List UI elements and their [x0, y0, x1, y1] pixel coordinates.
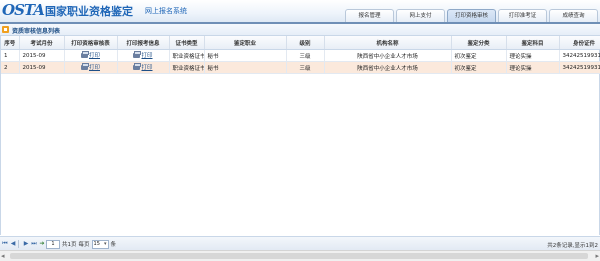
pagination-bar: ⏮ ◀ ▶ ⏭ ➔ 1 共1页 每页 15 条 共2条记录,显示1到2	[0, 236, 600, 251]
col-header[interactable]: 机构名称	[324, 36, 452, 50]
panel-header: 资质审核信息列表	[0, 24, 600, 36]
total-pages-label: 共1页	[62, 242, 77, 248]
panel-title: 资质审核信息列表	[12, 28, 61, 35]
print-review-link[interactable]: 打印	[80, 62, 100, 71]
app-header: OSTA 国家职业资格鉴定 网上报名系统 报名管理 网上支付 打印资格审核 打印…	[0, 0, 600, 22]
scroll-left-icon[interactable]: ◂	[1, 252, 5, 260]
page-size-select[interactable]: 15	[91, 239, 109, 249]
list-icon	[2, 26, 9, 33]
tab-print-admission-ticket[interactable]: 打印准考证	[498, 9, 547, 22]
printer-icon	[133, 50, 142, 58]
col-header[interactable]: 打印资格审核表	[64, 36, 118, 50]
page-number-input[interactable]: 1	[46, 239, 60, 249]
scroll-right-icon[interactable]: ▸	[595, 252, 599, 260]
tab-print-qualification[interactable]: 打印资格审核	[447, 9, 496, 22]
id-number: 342425199310	[559, 61, 600, 74]
qualification-table: 序号 考试月份 打印资格审核表 打印报考信息 证书类型 鉴定职业 级别 机构名称…	[1, 36, 600, 74]
col-header[interactable]: 序号	[1, 36, 20, 50]
printer-icon	[133, 62, 142, 70]
per-page-label: 每页	[78, 242, 90, 248]
printer-icon	[80, 62, 89, 70]
print-info-link[interactable]: 打印	[133, 50, 153, 59]
subject: 理论实操	[506, 61, 560, 74]
col-header[interactable]: 证书类型	[169, 36, 205, 50]
last-page-icon[interactable]: ⏭	[31, 241, 37, 247]
row-number: 2	[1, 61, 20, 74]
first-page-icon[interactable]: ⏮	[2, 241, 8, 247]
app-subtitle: 网上报名系统	[145, 7, 187, 15]
table-row[interactable]: 1 2015-09 打印 打印 职业资格证书 秘书 三级 陕西省中小企业人才市场…	[1, 49, 600, 62]
exam-month: 2015-09	[19, 49, 65, 62]
print-info-cell: 打印	[117, 61, 170, 74]
institution: 陕西省中小企业人才市场	[324, 49, 452, 62]
subject: 理论实操	[506, 49, 560, 62]
print-review-cell: 打印	[64, 61, 118, 74]
prev-page-icon[interactable]: ◀	[10, 241, 16, 247]
per-page-unit: 条	[110, 242, 117, 248]
col-header[interactable]: 鉴定分类	[451, 36, 507, 50]
table-header-row: 序号 考试月份 打印资格审核表 打印报考信息 证书类型 鉴定职业 级别 机构名称…	[1, 36, 600, 50]
occupation: 秘书	[204, 49, 287, 62]
occupation: 秘书	[204, 61, 287, 74]
row-number: 1	[1, 49, 20, 62]
tab-online-payment[interactable]: 网上支付	[396, 9, 445, 22]
col-header[interactable]: 考试月份	[19, 36, 65, 50]
refresh-icon[interactable]: ➔	[39, 241, 45, 247]
top-nav-tabs: 报名管理 网上支付 打印资格审核 打印准考证 成绩查询	[345, 9, 598, 22]
col-header[interactable]: 鉴定科目	[506, 36, 560, 50]
printer-icon	[80, 50, 89, 58]
grid-pane: 序号 考试月份 打印资格审核表 打印报考信息 证书类型 鉴定职业 级别 机构名称…	[0, 36, 600, 235]
col-header[interactable]: 打印报考信息	[117, 36, 170, 50]
certificate-type: 职业资格证书	[169, 61, 205, 74]
category: 初次鉴定	[451, 61, 507, 74]
tab-score-query[interactable]: 成绩查询	[549, 9, 598, 22]
divider	[18, 240, 19, 248]
exam-month: 2015-09	[19, 61, 65, 74]
print-review-cell: 打印	[64, 49, 118, 62]
logo: OSTA	[2, 1, 45, 19]
table-row[interactable]: 2 2015-09 打印 打印 职业资格证书 秘书 三级 陕西省中小企业人才市场…	[1, 61, 600, 74]
id-number: 342425199310	[559, 49, 600, 62]
col-header[interactable]: 鉴定职业	[204, 36, 287, 50]
institution: 陕西省中小企业人才市场	[324, 61, 452, 74]
category: 初次鉴定	[451, 49, 507, 62]
certificate-type: 职业资格证书	[169, 49, 205, 62]
print-review-link[interactable]: 打印	[80, 50, 100, 59]
print-info-link[interactable]: 打印	[133, 62, 153, 71]
level: 三级	[286, 61, 325, 74]
print-info-cell: 打印	[117, 49, 170, 62]
horizontal-scrollbar[interactable]: ◂ ▸	[0, 250, 600, 261]
record-info: 共2条记录,显示1到2	[547, 243, 598, 249]
app-title: 国家职业资格鉴定	[45, 5, 133, 18]
scroll-thumb[interactable]	[10, 253, 588, 259]
next-page-icon[interactable]: ▶	[23, 241, 29, 247]
level: 三级	[286, 49, 325, 62]
col-header[interactable]: 级别	[286, 36, 325, 50]
col-header[interactable]: 身份证件	[559, 36, 600, 50]
tab-registration[interactable]: 报名管理	[345, 9, 394, 22]
